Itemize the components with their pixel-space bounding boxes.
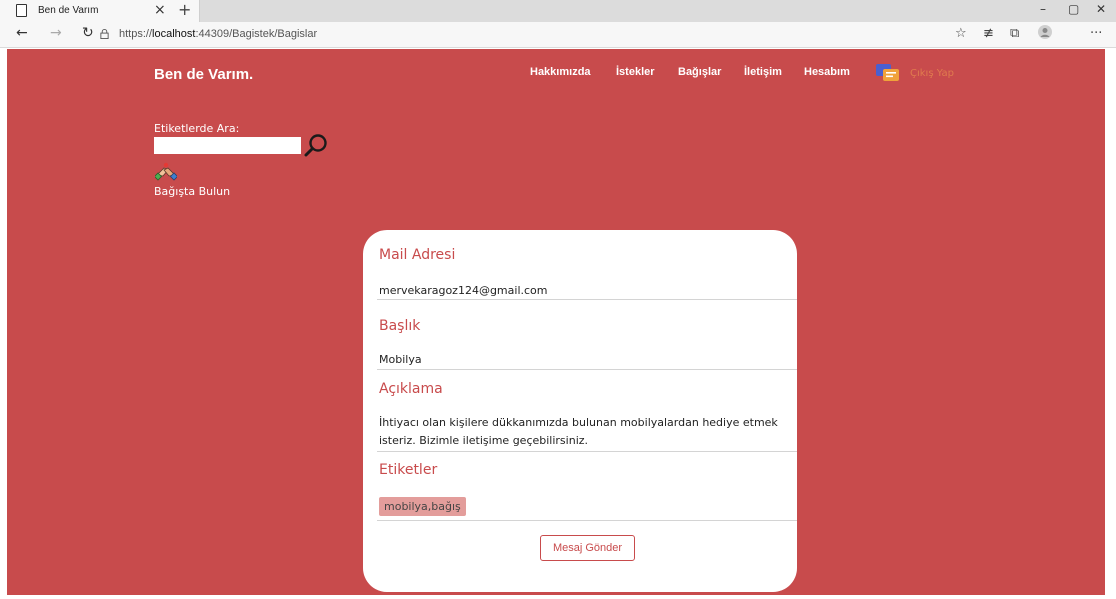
search-icon[interactable] <box>303 132 329 158</box>
logout-link[interactable]: Çıkış Yap <box>910 68 954 79</box>
tag-search-input[interactable] <box>154 137 301 154</box>
nav-link-hesabim[interactable]: Hesabım <box>804 66 850 78</box>
new-tab-icon[interactable]: + <box>178 0 191 19</box>
collections-icon[interactable]: ⧉ <box>1010 26 1019 41</box>
close-window-icon[interactable]: ✕ <box>1096 2 1106 16</box>
minimize-icon[interactable]: – <box>1040 2 1046 16</box>
refresh-icon[interactable]: ↻ <box>82 25 94 41</box>
make-donation-link[interactable]: Bağışta Bulun <box>154 185 230 198</box>
lock-icon <box>100 29 109 39</box>
restore-icon[interactable]: ▢ <box>1068 2 1079 16</box>
helping-hands-icon[interactable] <box>155 160 177 182</box>
more-menu-icon[interactable]: ··· <box>1090 26 1102 41</box>
nav-link-istekler[interactable]: İstekler <box>616 66 655 78</box>
nav-link-bagislar[interactable]: Bağışlar <box>678 66 721 78</box>
search-label: Etiketlerde Ara: <box>154 122 240 135</box>
mail-value: mervekaragoz124@gmail.com <box>379 284 548 297</box>
browser-tab-bar: Ben de Varım × + – ▢ ✕ <box>0 0 1116 22</box>
title-value: Mobilya <box>379 353 422 366</box>
divider <box>377 369 797 370</box>
close-tab-icon[interactable]: × <box>154 2 166 18</box>
divider <box>377 299 797 300</box>
forward-icon[interactable]: → <box>50 25 62 41</box>
chat-icon[interactable] <box>876 64 900 84</box>
url-field[interactable]: https://localhost:44309/Bagistek/Bagisla… <box>119 28 317 40</box>
description-line: İhtiyacı olan kişilere dükkanımızda bulu… <box>379 416 778 429</box>
profile-avatar-icon[interactable] <box>1038 25 1052 43</box>
favorite-star-icon[interactable]: ☆ <box>955 26 967 41</box>
divider <box>377 520 797 521</box>
brand-logo[interactable]: Ben de Varım. <box>154 66 253 83</box>
page-icon <box>16 4 27 17</box>
mail-label: Mail Adresi <box>379 247 456 263</box>
tags-label: Etiketler <box>379 462 438 478</box>
tab-title: Ben de Varım <box>38 5 99 16</box>
donation-detail-card: Mail Adresi mervekaragoz124@gmail.com Ba… <box>363 230 797 592</box>
description-label: Açıklama <box>379 381 443 397</box>
nav-link-hakkimizda[interactable]: Hakkımızda <box>530 66 591 78</box>
nav-link-iletisim[interactable]: İletişim <box>744 66 782 78</box>
browser-tab[interactable]: Ben de Varım × <box>0 0 200 22</box>
divider <box>377 451 797 452</box>
send-message-button[interactable]: Mesaj Gönder <box>540 535 635 561</box>
address-bar: ← → ↻ https://localhost:44309/Bagistek/B… <box>0 22 1116 48</box>
favorites-list-icon[interactable]: ≢ <box>983 26 994 41</box>
title-label: Başlık <box>379 318 421 334</box>
tag-badge: mobilya,bağış <box>379 497 466 516</box>
description-line: isteriz. Bizimle iletişime geçebilirsini… <box>379 434 589 447</box>
page-body: Ben de Varım. Hakkımızda İstekler Bağışl… <box>7 49 1105 595</box>
back-icon[interactable]: ← <box>16 25 28 41</box>
